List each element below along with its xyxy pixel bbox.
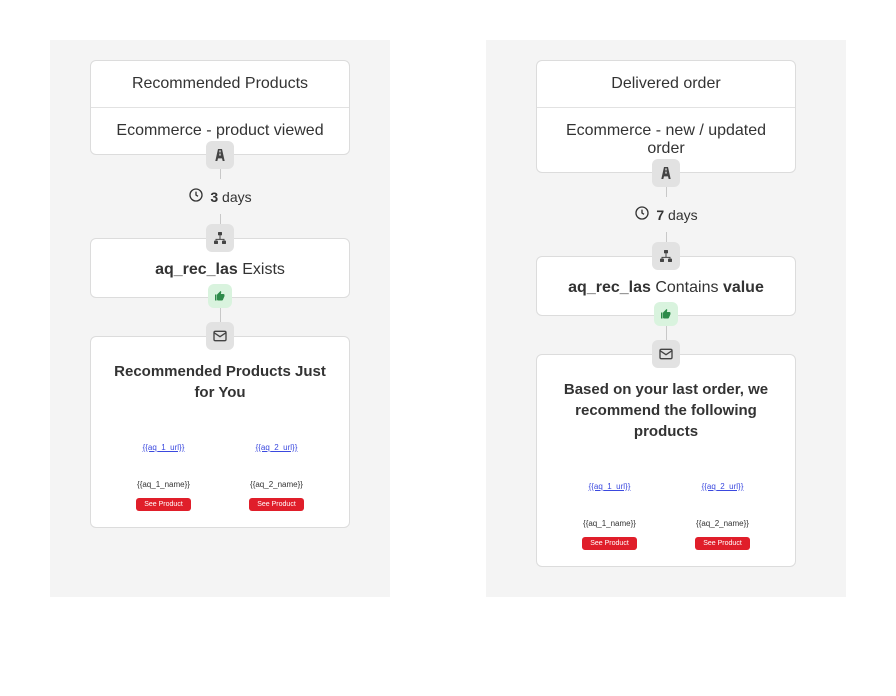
workflow-canvas: Recommended Products Ecommerce - product… [0,0,896,637]
product-name: {{aq_1_name}} [565,519,655,528]
product-button[interactable]: See Product [582,537,637,550]
thumbs-up-icon [208,284,232,308]
product-grid: {{aq_1_url}} {{aq_1_name}} See Product {… [553,482,779,550]
product-name: {{aq_2_name}} [232,480,322,489]
email-subject: Recommended Products Just for You [107,361,333,403]
delay-node[interactable]: 7 days [634,205,697,224]
product-slot: {{aq_1_url}} {{aq_1_name}} See Product [565,482,655,550]
sitemap-icon [652,242,680,270]
condition-value: value [723,279,764,296]
clock-icon [634,205,650,224]
trigger-card[interactable]: Delivered order Ecommerce - new / update… [536,60,796,173]
product-button[interactable]: See Product [695,537,750,550]
product-button[interactable]: See Product [249,498,304,511]
delay-value: 3 [210,189,218,205]
email-card[interactable]: Recommended Products Just for You {{aq_1… [90,336,350,528]
delay-unit: days [668,207,698,223]
flow-column-left: Recommended Products Ecommerce - product… [50,40,390,597]
product-grid: {{aq_1_url}} {{aq_1_name}} See Product {… [107,443,333,511]
product-link: {{aq_1_url}} [565,482,655,491]
road-icon [206,141,234,169]
product-name: {{aq_2_name}} [678,519,768,528]
product-name: {{aq_1_name}} [119,480,209,489]
delay-unit: days [222,189,252,205]
flow-column-right: Delivered order Ecommerce - new / update… [486,40,846,597]
condition-op: Exists [242,261,285,278]
sitemap-icon [206,224,234,252]
road-icon [652,159,680,187]
condition-op: Contains [655,279,718,296]
delay-value: 7 [656,207,664,223]
product-slot: {{aq_2_url}} {{aq_2_name}} See Product [678,482,768,550]
product-slot: {{aq_2_url}} {{aq_2_name}} See Product [232,443,322,511]
connector-line [220,169,221,179]
product-link: {{aq_1_url}} [119,443,209,452]
trigger-title: Recommended Products [91,61,349,107]
thumbs-up-icon [654,302,678,326]
product-button[interactable]: See Product [136,498,191,511]
product-link: {{aq_2_url}} [678,482,768,491]
clock-icon [188,187,204,206]
email-card[interactable]: Based on your last order, we recommend t… [536,354,796,567]
connector-line [666,232,667,242]
connector-line [666,326,667,340]
connector-line [220,214,221,224]
connector-line [666,187,667,197]
email-subject: Based on your last order, we recommend t… [553,379,779,442]
condition-field: aq_rec_las [568,279,651,296]
connector-line [220,308,221,322]
product-slot: {{aq_1_url}} {{aq_1_name}} See Product [119,443,209,511]
email-icon [652,340,680,368]
email-icon [206,322,234,350]
condition-field: aq_rec_las [155,261,238,278]
product-link: {{aq_2_url}} [232,443,322,452]
trigger-title: Delivered order [537,61,795,107]
delay-node[interactable]: 3 days [188,187,251,206]
